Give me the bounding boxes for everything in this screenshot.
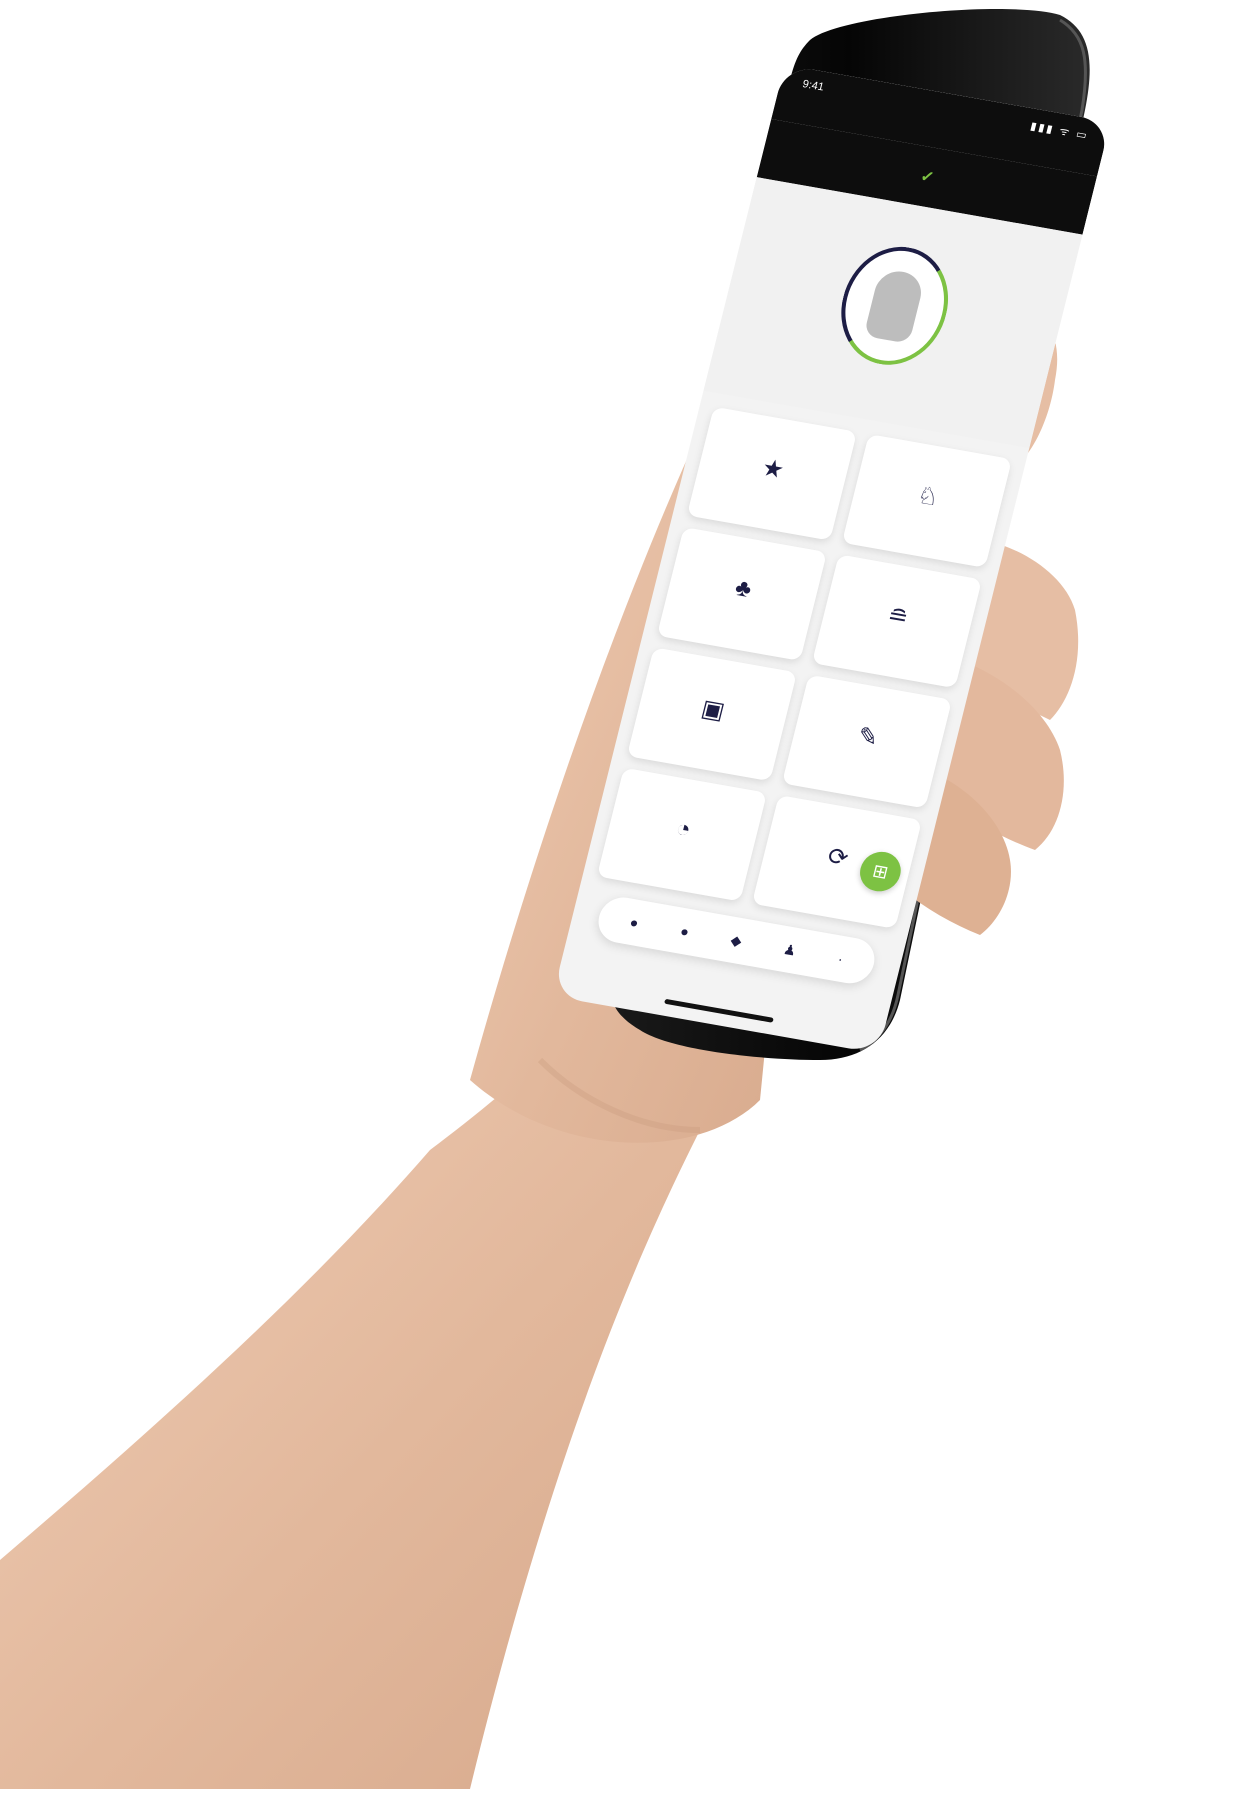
- menu-tile[interactable]: ◔: [596, 767, 768, 902]
- list-icon: ≘: [884, 601, 912, 632]
- nav-home-icon[interactable]: ●: [628, 914, 640, 931]
- home-indicator: [664, 998, 774, 1023]
- menu-tile[interactable]: ≘: [811, 554, 983, 689]
- app-logo: ✓: [916, 166, 937, 188]
- badge-icon: ★: [759, 453, 788, 484]
- menu-tile[interactable]: ✎: [781, 674, 953, 809]
- user-silhouette-icon: [863, 267, 926, 344]
- avatar[interactable]: [828, 238, 961, 374]
- status-time: 9:41: [801, 78, 826, 94]
- grid-icon: ⊞: [870, 860, 891, 883]
- edit-icon: ✎: [854, 721, 882, 752]
- hand-holding-phone-scene: 9:41 ▮▮▮ ᯤ ▭ ✓ ★ ♘ ♣ ≘ ▣ ✎ ◔ ⟳ ⊞ ● ● ◆ ♟…: [0, 0, 1240, 1789]
- menu-tile[interactable]: ★: [686, 406, 858, 541]
- nav-notifications-icon[interactable]: ◆: [729, 931, 744, 949]
- nav-more-icon[interactable]: ·: [836, 951, 844, 967]
- nav-profile-icon[interactable]: ♟: [782, 940, 798, 959]
- group-icon: ♣: [732, 574, 755, 604]
- nav-search-icon[interactable]: ●: [679, 923, 691, 940]
- clock-icon: ◔: [672, 814, 694, 844]
- forearm: [0, 1040, 700, 1789]
- menu-tile[interactable]: ▣: [626, 647, 798, 782]
- status-icons: ▮▮▮ ᯤ ▭: [1029, 120, 1090, 143]
- refresh-icon: ⟳: [824, 842, 852, 872]
- document-icon: ▣: [698, 694, 728, 725]
- menu-tile[interactable]: ♣: [656, 526, 828, 661]
- menu-tile[interactable]: ♘: [841, 433, 1013, 568]
- logo-tick-icon: ✓: [918, 167, 937, 187]
- person-icon: ♘: [914, 481, 943, 512]
